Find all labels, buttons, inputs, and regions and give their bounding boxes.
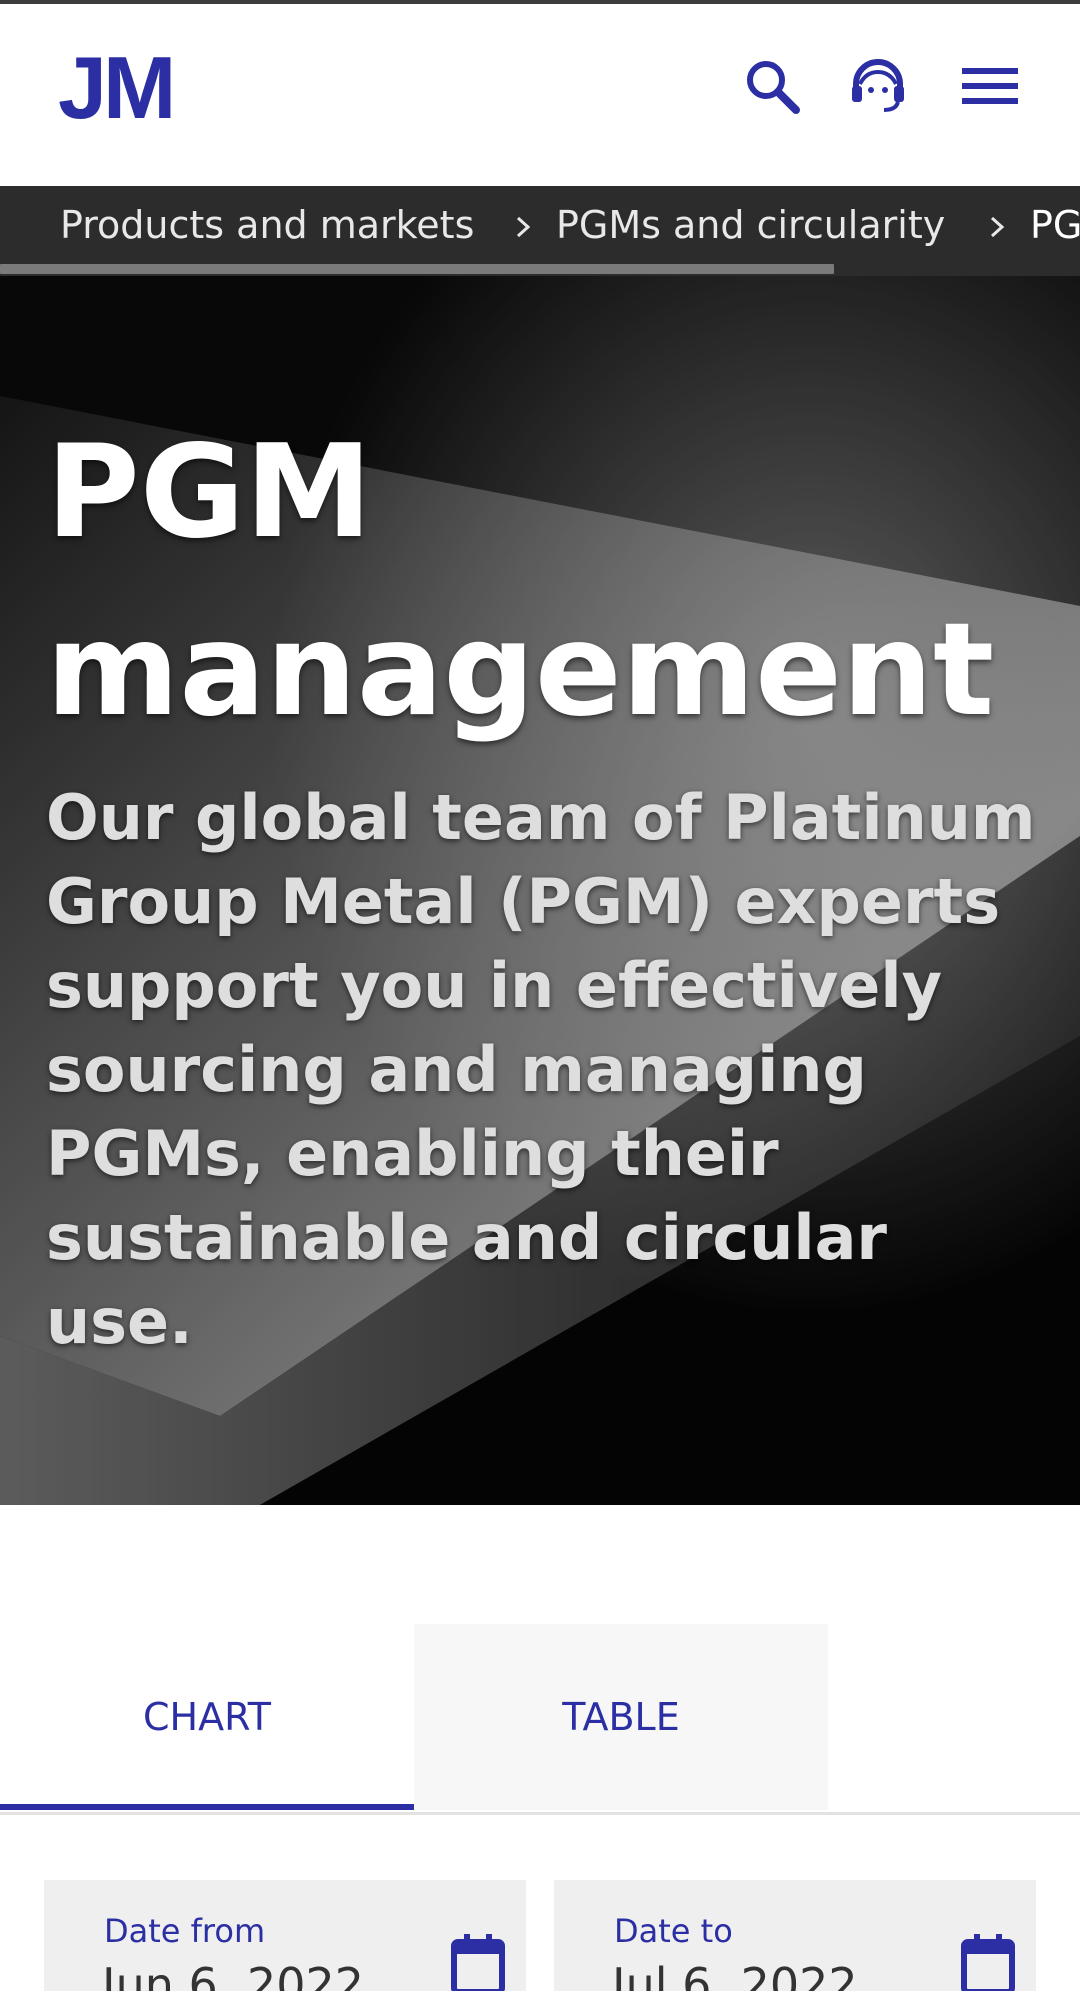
breadcrumb: Products and markets PGMs and circularit… — [0, 186, 1080, 276]
date-to-value[interactable]: Jul 6, 2022 — [612, 1958, 858, 1991]
date-to-field[interactable]: Date to Jul 6, 2022 — [554, 1880, 1036, 1991]
chevron-right-icon — [512, 212, 536, 242]
breadcrumb-item-products-and-markets[interactable]: Products and markets — [60, 186, 474, 266]
breadcrumb-item-pgms-and-circularity[interactable]: PGMs and circularity — [556, 186, 945, 266]
breadcrumb-scrollbar[interactable] — [0, 264, 834, 274]
view-tabs: CHART TABLE — [0, 1624, 1080, 1816]
chevron-right-icon — [986, 212, 1010, 242]
tab-table[interactable]: TABLE — [414, 1624, 828, 1810]
tab-table-label: TABLE — [562, 1695, 680, 1739]
search-icon[interactable] — [740, 54, 804, 118]
date-to-label: Date to — [614, 1912, 733, 1950]
hero-banner: PGM management Our global team of Platin… — [0, 276, 1080, 1505]
calendar-icon[interactable] — [960, 1932, 1016, 1991]
menu-icon[interactable] — [958, 54, 1022, 118]
breadcrumb-item-current: PG — [1030, 203, 1080, 247]
support-headset-icon[interactable] — [846, 54, 910, 118]
active-tab-indicator — [0, 1804, 414, 1810]
jm-logo[interactable]: JM — [58, 44, 176, 132]
tab-chart-label: CHART — [143, 1695, 271, 1739]
hero-description: Our global team of Platinum Group Metal … — [46, 781, 1036, 1358]
date-from-label: Date from — [104, 1912, 266, 1950]
tabs-divider — [0, 1812, 1080, 1815]
page: JM Products and markets PGMs and circula… — [0, 0, 1080, 1991]
tab-chart[interactable]: CHART — [0, 1624, 414, 1810]
date-from-value[interactable]: Jun 6, 2022 — [102, 1958, 364, 1991]
date-from-field[interactable]: Date from Jun 6, 2022 — [44, 1880, 526, 1991]
page-title: PGM management — [46, 418, 995, 745]
site-header: JM — [0, 4, 1080, 186]
calendar-icon[interactable] — [450, 1932, 506, 1991]
